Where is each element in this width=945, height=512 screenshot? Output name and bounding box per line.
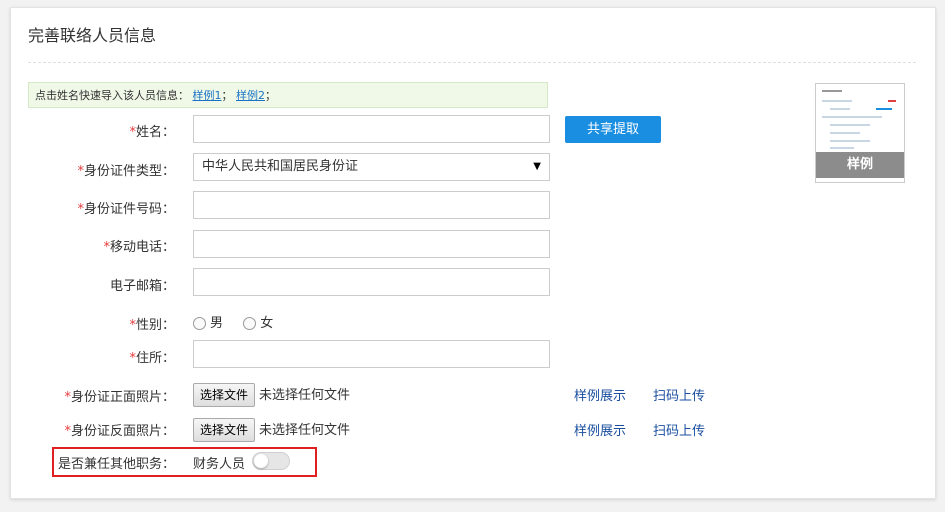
quick-import-hint: 点击姓名快速导入该人员信息： 样例1； 样例2； xyxy=(28,82,548,108)
gender-female-label: 女 xyxy=(260,316,274,331)
dropdown-arrow-icon: ▼ xyxy=(533,161,541,172)
gender-female-radio[interactable] xyxy=(243,317,257,330)
title-divider xyxy=(28,62,916,63)
id-front-file-row: 选择文件 未选择任何文件 xyxy=(193,383,350,407)
gender-male-label: 男 xyxy=(210,316,224,331)
id-front-no-file-text: 未选择任何文件 xyxy=(259,388,351,403)
id-back-file-row: 选择文件 未选择任何文件 xyxy=(193,418,350,442)
hint-sep1: ； xyxy=(221,89,233,102)
phone-label: *移动电话： xyxy=(103,240,175,255)
phone-input[interactable] xyxy=(193,230,550,258)
gender-male-radio[interactable] xyxy=(193,317,206,330)
sample1-link[interactable]: 样例1 xyxy=(193,89,222,102)
id-type-label: *身份证件类型： xyxy=(77,164,175,179)
address-input[interactable] xyxy=(193,340,550,368)
gender-label: *性别： xyxy=(129,318,175,333)
finance-label: 财务人员 xyxy=(193,457,246,472)
id-type-value: 中华人民共和国居民身份证 xyxy=(202,159,359,174)
id-front-sample-link[interactable]: 样例展示 xyxy=(574,385,626,404)
id-back-sample-link[interactable]: 样例展示 xyxy=(574,420,626,439)
id-back-label: *身份证反面照片： xyxy=(64,424,175,439)
email-label: 电子邮箱： xyxy=(109,279,175,294)
hint-sep2: ； xyxy=(265,89,276,102)
id-number-label: *身份证件号码： xyxy=(77,202,175,217)
id-front-label: *身份证正面照片： xyxy=(64,390,175,405)
sample-thumb-label: 样例 xyxy=(816,152,904,178)
id-front-choose-file-button[interactable]: 选择文件 xyxy=(193,383,256,407)
gender-radio-group: 男 女 xyxy=(193,312,273,331)
address-label: *住所： xyxy=(129,351,175,366)
sample-thumbnail[interactable]: 样例 xyxy=(815,83,905,183)
hint-text: 点击姓名快速导入该人员信息： xyxy=(35,89,189,102)
name-input[interactable] xyxy=(193,115,550,143)
email-input[interactable] xyxy=(193,268,550,296)
toggle-knob xyxy=(254,454,268,468)
page-title: 完善联络人员信息 xyxy=(28,26,157,45)
share-extract-button[interactable]: 共享提取 xyxy=(565,116,661,143)
id-number-input[interactable] xyxy=(193,191,550,219)
finance-toggle[interactable] xyxy=(252,452,290,470)
id-back-no-file-text: 未选择任何文件 xyxy=(259,423,351,438)
id-back-choose-file-button[interactable]: 选择文件 xyxy=(193,418,256,442)
name-label: *姓名： xyxy=(129,125,175,140)
id-type-select[interactable]: 中华人民共和国居民身份证 ▼ xyxy=(193,153,550,181)
sample2-link[interactable]: 样例2 xyxy=(236,89,265,102)
other-role-label: 是否兼任其他职务： xyxy=(57,457,175,472)
id-back-scan-upload-link[interactable]: 扫码上传 xyxy=(653,420,705,439)
id-front-scan-upload-link[interactable]: 扫码上传 xyxy=(653,385,705,404)
